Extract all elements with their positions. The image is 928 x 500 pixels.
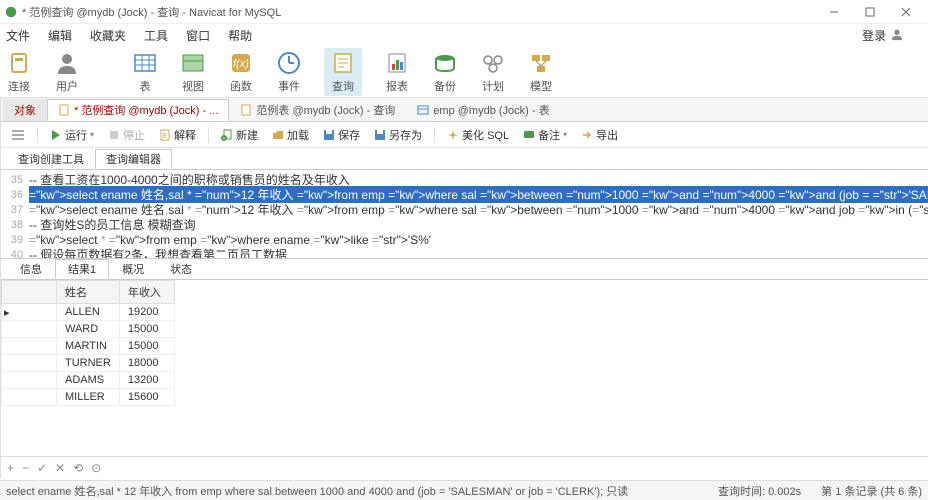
- remark-button[interactable]: 备注▾: [519, 125, 571, 145]
- table-icon: [417, 104, 429, 116]
- tab-query-builder[interactable]: 查询创建工具: [7, 149, 95, 169]
- toolbar-model[interactable]: 模型: [528, 50, 554, 94]
- remark-icon: [523, 129, 535, 141]
- saveas-icon: [374, 129, 386, 141]
- run-button[interactable]: 运行▾: [46, 125, 98, 145]
- query-file-icon: [240, 104, 252, 116]
- menu-help[interactable]: 帮助: [228, 27, 252, 44]
- toolbar-table[interactable]: 表: [132, 50, 158, 94]
- settings-icon[interactable]: ⊙: [91, 461, 101, 475]
- beautify-button[interactable]: 美化 SQL: [443, 125, 513, 145]
- grid-navbar: + − ✓ ✕ ⟲ ⊙: [1, 456, 928, 478]
- tab-query-editor[interactable]: 查询编辑器: [95, 149, 172, 169]
- cancel-icon[interactable]: ✕: [55, 461, 65, 475]
- toolbar-view[interactable]: 视图: [180, 50, 206, 94]
- result-tab-result1[interactable]: 结果1: [55, 259, 109, 279]
- tab-objects[interactable]: 对象: [3, 99, 47, 121]
- status-time: 查询时间: 0.002s: [718, 483, 801, 499]
- result-tabs: 信息 结果1 概况 状态: [1, 258, 928, 280]
- menu-toggle-icon[interactable]: [7, 128, 29, 142]
- delete-row-icon[interactable]: −: [22, 461, 29, 475]
- saveas-button[interactable]: 另存为: [370, 125, 426, 145]
- result-grid[interactable]: 姓名年收入▸ALLEN19200WARD15000MARTIN15000TURN…: [1, 280, 928, 456]
- sparkle-icon: [447, 129, 459, 141]
- editor-line-40: -- 假设每页数据有2条，我想查看第二页员工数据: [29, 246, 928, 258]
- title-bar: * 范例查询 @mydb (Jock) - 查询 - Navicat for M…: [0, 0, 928, 24]
- explain-icon: E: [159, 129, 171, 141]
- export-icon: [581, 129, 593, 141]
- table-row[interactable]: TURNER18000: [2, 355, 175, 372]
- table-row[interactable]: ▸ALLEN19200: [2, 304, 175, 321]
- confirm-icon[interactable]: ✓: [37, 461, 47, 475]
- status-query: select ename 姓名,sal * 12 年收入 from emp wh…: [6, 483, 698, 499]
- new-icon: +: [221, 129, 233, 141]
- svg-text:E: E: [163, 133, 168, 140]
- load-icon: [272, 129, 284, 141]
- result-tab-info[interactable]: 信息: [7, 259, 55, 279]
- new-button[interactable]: +新建: [217, 125, 262, 145]
- action-bar: 运行▾ 停止 E解释 +新建 加载 保存 另存为 美化 SQL 备注▾ 导出: [1, 122, 928, 148]
- toolbar-function[interactable]: f(x)函数: [228, 50, 254, 94]
- status-rows: 第 1 条记录 (共 6 条): [821, 483, 922, 499]
- play-icon: [50, 129, 62, 141]
- toolbar-connection[interactable]: 连接: [6, 50, 32, 94]
- editor-tabs: 对象 * 范例查询 @mydb (Jock) - ... 范例表 @mydb (…: [1, 98, 928, 122]
- user-icon[interactable]: [890, 27, 904, 44]
- sub-tabs: 查询创建工具 查询编辑器: [1, 148, 928, 170]
- table-row[interactable]: MARTIN15000: [2, 338, 175, 355]
- maximize-button[interactable]: [858, 3, 882, 21]
- app-icon: [4, 5, 18, 19]
- result-tab-profile[interactable]: 概况: [109, 259, 157, 279]
- save-icon: [323, 129, 335, 141]
- table-row[interactable]: WARD15000: [2, 321, 175, 338]
- export-button[interactable]: 导出: [577, 125, 622, 145]
- add-row-icon[interactable]: +: [7, 461, 14, 475]
- toolbar-report[interactable]: 报表: [384, 50, 410, 94]
- toolbar-schedule[interactable]: 计划: [480, 50, 506, 94]
- sql-editor[interactable]: 35-- 查看工资在1000-4000之间的职称或销售员的姓名及年收入 36="…: [1, 170, 928, 258]
- editor-line-38: -- 查询姓S的员工信息 模糊查询: [29, 216, 928, 233]
- query-file-icon: [58, 104, 70, 116]
- login-link[interactable]: 登录: [862, 27, 886, 44]
- menu-window[interactable]: 窗口: [186, 27, 210, 44]
- main-toolbar: 连接 用户 表 视图 f(x)函数 事件 查询 报表 备份 计划 模型: [0, 46, 928, 98]
- close-button[interactable]: [894, 3, 918, 21]
- explain-button[interactable]: E解释: [155, 125, 200, 145]
- main-panel: 对象 * 范例查询 @mydb (Jock) - ... 范例表 @mydb (…: [1, 98, 928, 478]
- result-tab-status[interactable]: 状态: [157, 259, 205, 279]
- minimize-button[interactable]: [822, 3, 846, 21]
- load-button[interactable]: 加载: [268, 125, 313, 145]
- tab-query-2[interactable]: 范例表 @mydb (Jock) - 查询: [229, 99, 406, 121]
- menu-file[interactable]: 文件: [6, 27, 30, 44]
- menu-edit[interactable]: 编辑: [48, 27, 72, 44]
- tab-table-emp[interactable]: emp @mydb (Jock) - 表: [406, 99, 560, 121]
- toolbar-event[interactable]: 事件: [276, 50, 302, 94]
- menu-fav[interactable]: 收藏夹: [90, 27, 126, 44]
- refresh-icon[interactable]: ⟲: [73, 461, 83, 475]
- save-button[interactable]: 保存: [319, 125, 364, 145]
- tab-query-1[interactable]: * 范例查询 @mydb (Jock) - ...: [47, 99, 229, 121]
- svg-text:f(x): f(x): [233, 58, 249, 70]
- stop-button[interactable]: 停止: [104, 125, 149, 145]
- toolbar-query[interactable]: 查询: [324, 48, 362, 96]
- table-row[interactable]: ADAMS13200: [2, 372, 175, 389]
- toolbar-backup[interactable]: 备份: [432, 50, 458, 94]
- menu-tools[interactable]: 工具: [144, 27, 168, 44]
- menu-bar: 文件 编辑 收藏夹 工具 窗口 帮助 登录: [0, 24, 928, 46]
- stop-icon: [108, 129, 120, 141]
- status-bar: select ename 姓名,sal * 12 年收入 from emp wh…: [0, 480, 928, 500]
- editor-line-39: ="kw">select * ="kw">from emp ="kw">wher…: [29, 233, 928, 247]
- col-header[interactable]: 年收入: [119, 281, 174, 304]
- col-header[interactable]: 姓名: [57, 281, 120, 304]
- window-title: * 范例查询 @mydb (Jock) - 查询 - Navicat for M…: [22, 4, 822, 20]
- svg-text:+: +: [223, 136, 226, 141]
- toolbar-user[interactable]: 用户: [54, 50, 80, 94]
- table-row[interactable]: MILLER15600: [2, 389, 175, 406]
